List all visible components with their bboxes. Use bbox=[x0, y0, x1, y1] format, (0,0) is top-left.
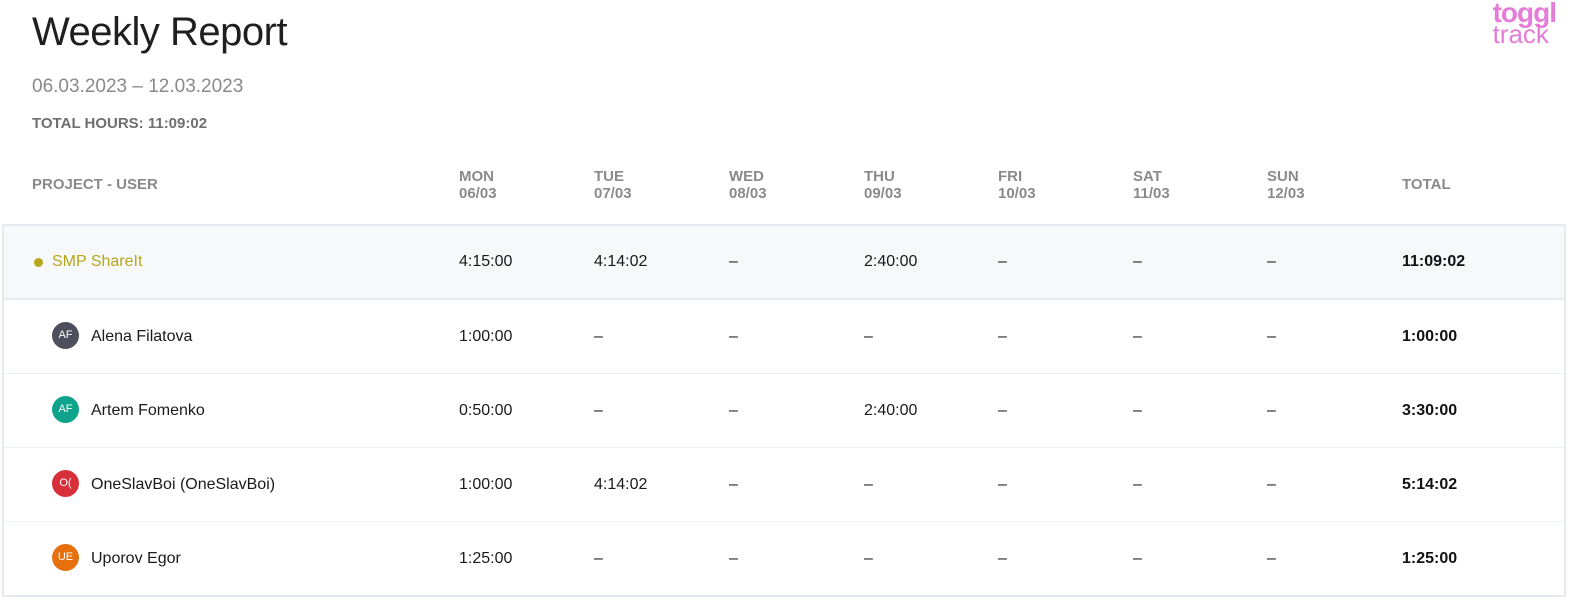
avatar: AF bbox=[52, 396, 79, 423]
avatar: O( bbox=[52, 470, 79, 497]
header-day-name: SUN bbox=[1267, 168, 1299, 185]
user-value-thu: – bbox=[864, 328, 873, 345]
user-value-sun: – bbox=[1267, 476, 1276, 493]
table-body: SMP ShareIt 4:15:00 4:14:02 – 2:40:00 – … bbox=[2, 226, 1566, 597]
header-day-sun: SUN 12/03 bbox=[1267, 168, 1305, 202]
header-day-date: 12/03 bbox=[1267, 185, 1305, 202]
header-day-name: FRI bbox=[998, 168, 1023, 185]
user-value-wed: – bbox=[729, 328, 738, 345]
header-day-date: 11/03 bbox=[1133, 185, 1170, 202]
avatar: UE bbox=[52, 544, 79, 571]
header-day-date: 08/03 bbox=[729, 185, 767, 202]
user-total: 1:00:00 bbox=[1402, 328, 1458, 345]
user-name[interactable]: Artem Fomenko bbox=[91, 402, 205, 420]
header-day-date: 06/03 bbox=[459, 185, 497, 202]
user-value-wed: – bbox=[729, 476, 738, 493]
user-value-thu: – bbox=[864, 476, 873, 493]
table-header: PROJECT - USER MON 06/03 TUE 07/03 WED 0… bbox=[2, 150, 1566, 226]
header-day-thu: THU 09/03 bbox=[864, 168, 902, 202]
project-color-dot bbox=[34, 258, 43, 267]
user-value-sat: – bbox=[1133, 476, 1142, 493]
user-value-mon: 0:50:00 bbox=[459, 402, 513, 419]
user-value-sat: – bbox=[1133, 328, 1142, 345]
header-total: TOTAL bbox=[1402, 176, 1451, 193]
header-day-date: 07/03 bbox=[594, 185, 632, 202]
header-day-mon: MON 06/03 bbox=[459, 168, 497, 202]
user-value-wed: – bbox=[729, 402, 738, 419]
project-value-mon: 4:15:00 bbox=[459, 253, 513, 270]
avatar: AF bbox=[52, 322, 79, 349]
project-total: 11:09:02 bbox=[1402, 253, 1466, 270]
user-value-mon: 1:00:00 bbox=[459, 476, 513, 493]
user-row[interactable]: O( OneSlavBoi (OneSlavBoi) 1:00:00 4:14:… bbox=[4, 448, 1564, 522]
header-day-tue: TUE 07/03 bbox=[594, 168, 632, 202]
user-row[interactable]: UE Uporov Egor 1:25:00 – – – – – – 1:25:… bbox=[4, 522, 1564, 595]
header-day-date: 09/03 bbox=[864, 185, 902, 202]
user-total: 5:14:02 bbox=[1402, 476, 1458, 493]
user-row[interactable]: AF Alena Filatova 1:00:00 – – – – – – 1:… bbox=[4, 300, 1564, 374]
logo-line-2: track bbox=[1492, 19, 1549, 50]
header-day-name: THU bbox=[864, 168, 895, 185]
header-day-sat: SAT 11/03 bbox=[1133, 168, 1170, 202]
header-day-wed: WED 08/03 bbox=[729, 168, 767, 202]
user-name[interactable]: OneSlavBoi (OneSlavBoi) bbox=[91, 476, 275, 494]
user-value-fri: – bbox=[998, 550, 1007, 567]
user-total: 1:25:00 bbox=[1402, 550, 1458, 567]
user-value-thu: 2:40:00 bbox=[864, 402, 918, 419]
user-name[interactable]: Uporov Egor bbox=[91, 550, 181, 568]
user-total: 3:30:00 bbox=[1402, 402, 1458, 419]
user-value-fri: – bbox=[998, 402, 1007, 419]
project-value-wed: – bbox=[729, 253, 738, 270]
total-hours: TOTAL HOURS: 11:09:02 bbox=[32, 115, 208, 132]
user-value-wed: – bbox=[729, 550, 738, 567]
weekly-report-table: PROJECT - USER MON 06/03 TUE 07/03 WED 0… bbox=[2, 150, 1566, 597]
user-value-sun: – bbox=[1267, 402, 1276, 419]
project-value-tue: 4:14:02 bbox=[594, 253, 648, 270]
header-day-name: MON bbox=[459, 168, 494, 185]
user-value-tue: – bbox=[594, 402, 603, 419]
date-range: 06.03.2023 – 12.03.2023 bbox=[32, 76, 244, 97]
user-value-tue: 4:14:02 bbox=[594, 476, 648, 493]
header-day-name: SAT bbox=[1133, 168, 1162, 185]
project-value-thu: 2:40:00 bbox=[864, 253, 918, 270]
header-day-date: 10/03 bbox=[998, 185, 1036, 202]
user-value-sun: – bbox=[1267, 328, 1276, 345]
header-day-name: WED bbox=[729, 168, 764, 185]
user-value-thu: – bbox=[864, 550, 873, 567]
user-value-sun: – bbox=[1267, 550, 1276, 567]
project-value-sun: – bbox=[1267, 253, 1276, 270]
user-value-sat: – bbox=[1133, 550, 1142, 567]
user-value-tue: – bbox=[594, 550, 603, 567]
user-value-sat: – bbox=[1133, 402, 1142, 419]
user-row[interactable]: AF Artem Fomenko 0:50:00 – – 2:40:00 – –… bbox=[4, 374, 1564, 448]
page-title: Weekly Report bbox=[32, 10, 288, 54]
toggl-track-logo: toggl track bbox=[1492, 0, 1557, 50]
user-value-fri: – bbox=[998, 476, 1007, 493]
user-value-tue: – bbox=[594, 328, 603, 345]
project-value-fri: – bbox=[998, 253, 1007, 270]
header-day-name: TUE bbox=[594, 168, 624, 185]
project-row[interactable]: SMP ShareIt 4:15:00 4:14:02 – 2:40:00 – … bbox=[4, 226, 1564, 300]
header-project-user: PROJECT - USER bbox=[32, 176, 158, 193]
user-value-mon: 1:25:00 bbox=[459, 550, 513, 567]
user-value-mon: 1:00:00 bbox=[459, 328, 513, 345]
project-value-sat: – bbox=[1133, 253, 1142, 270]
user-name[interactable]: Alena Filatova bbox=[91, 328, 192, 346]
project-name[interactable]: SMP ShareIt bbox=[52, 253, 142, 271]
user-value-fri: – bbox=[998, 328, 1007, 345]
header-day-fri: FRI 10/03 bbox=[998, 168, 1036, 202]
